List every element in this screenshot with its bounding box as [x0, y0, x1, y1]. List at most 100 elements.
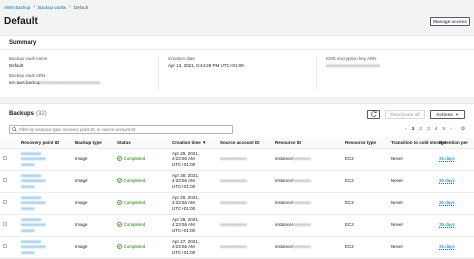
cold-storage-cell: Never	[388, 192, 436, 215]
actions-dropdown[interactable]: Actions ▼	[430, 109, 465, 119]
retention-value[interactable]: 35 days	[439, 244, 455, 249]
col-resource-id[interactable]: Resource ID	[272, 138, 342, 149]
status-badge: Completed	[117, 178, 145, 184]
row-select-cell[interactable]	[0, 192, 18, 215]
row-checkbox[interactable]	[3, 200, 7, 205]
deactivate-all-button[interactable]: Deactivate all	[385, 109, 425, 119]
vault-name-label: Backup vault name	[9, 56, 48, 61]
retention-cell: 35 days	[436, 192, 474, 215]
source-account-id-redacted: xxxxxxxxxxxx	[220, 178, 247, 184]
row-select-cell[interactable]	[0, 148, 18, 171]
retention-cell: 35 days	[436, 170, 474, 193]
col-resource-type[interactable]: Resource type	[342, 138, 388, 149]
backups-panel: Backups (32) Deactivate all Actions ▼ ‹ …	[0, 103, 474, 259]
source-account-id-redacted: xxxxxxxxxxxx	[220, 200, 247, 206]
refresh-button[interactable]	[367, 109, 380, 119]
recovery-point-id-cell[interactable]: xxxxxxxxx xxxxxxxxxxx xxxxxx	[18, 148, 72, 171]
creation-time-cell: Apr 27, 2021, 4:23:56 AM UTC+01:00	[169, 236, 217, 259]
retention-value[interactable]: 35 days	[439, 178, 455, 183]
creation-date: Apr 29, 2021,	[172, 194, 200, 200]
col-status[interactable]: Status	[114, 138, 169, 149]
filter-input[interactable]	[19, 126, 219, 132]
recovery-point-id-redacted[interactable]: xxxxxxxxx xxxxxxxxxxx xxxxxx	[21, 217, 46, 233]
status-cell: Completed	[114, 170, 169, 193]
col-cold-storage[interactable]: Transition to cold storage	[388, 138, 446, 149]
page-title: Default	[4, 15, 38, 27]
recovery-point-id-cell[interactable]: xxxxxxxxx xxxxxxxxxxx xxxxxx	[18, 236, 72, 259]
recovery-point-id-redacted[interactable]: xxxxxxxxx xxxxxxxxxxx xxxxxx	[21, 195, 46, 211]
recovery-point-id-redacted[interactable]: xxxxxxxxx xxxxxxxxxxx xxxxxx	[21, 151, 46, 167]
cold-storage-cell: Never	[388, 148, 436, 171]
status-badge: Completed	[117, 200, 145, 206]
recovery-point-id-cell[interactable]: xxxxxxxxx xxxxxxxxxxx xxxxxx	[18, 214, 72, 237]
col-creation-time-label: Creation time	[172, 140, 201, 146]
creation-date-label: Creation date	[168, 56, 196, 61]
resource-type-cell: EC2	[342, 148, 388, 171]
source-account-id-redacted: xxxxxxxxxxxx	[220, 244, 247, 250]
col-retention[interactable]: Retention per	[436, 138, 474, 149]
creation-tz: UTC+01:00	[172, 249, 196, 255]
settings-gear-icon[interactable]: ⚙	[461, 127, 465, 132]
row-select-cell[interactable]	[0, 170, 18, 193]
next-page-icon[interactable]: ›	[450, 127, 452, 132]
vault-arn-label: Backup vault ARN	[9, 73, 46, 78]
col-backup-type[interactable]: Backup type	[72, 138, 114, 149]
pagination: ‹ 1 2 3 4 5 › ⚙	[405, 127, 465, 132]
recovery-point-id-redacted[interactable]: xxxxxxxxx xxxxxxxxxxx xxxxxx	[21, 239, 46, 255]
status-text: Completed	[123, 177, 146, 183]
page-3[interactable]: 3	[427, 127, 430, 132]
page-5[interactable]: 5	[442, 127, 445, 132]
resource-id-redacted: xxxxxxxx	[293, 156, 312, 162]
breadcrumb-backup-vaults[interactable]: Backup vaults	[38, 5, 66, 10]
creation-date: Apr 28, 2021,	[172, 216, 200, 222]
creation-date: Apr 29, 2021,	[172, 150, 200, 156]
breadcrumb-separator-icon: ›	[33, 4, 36, 10]
recovery-point-id-redacted[interactable]: xxxxxxxxx xxxxxxxxxxx xxxxxx	[21, 173, 46, 189]
retention-value[interactable]: 35 days	[439, 200, 455, 205]
creation-clock: 4:23:56 AM	[172, 222, 195, 228]
breadcrumb-aws-backup[interactable]: AWS Backup	[4, 5, 30, 10]
row-checkbox[interactable]	[3, 244, 7, 249]
retention-value[interactable]: 35 days	[439, 222, 455, 227]
creation-date: Apr 27, 2021,	[172, 238, 200, 244]
status-cell: Completed	[114, 148, 169, 171]
col-source-account-id[interactable]: Source account ID	[217, 138, 272, 149]
resource-id-redacted: xxxxxxxx	[293, 178, 312, 184]
row-checkbox[interactable]	[3, 222, 7, 227]
table-header-row: Recovery point ID Backup type Status Cre…	[0, 138, 474, 149]
creation-time-cell: Apr 29, 2021, 4:23:56 AM UTC+01:00	[169, 148, 217, 171]
page-4[interactable]: 4	[435, 127, 438, 132]
resource-id-cell: instance/xxxxxxxx	[272, 214, 342, 237]
col-creation-time[interactable]: Creation time ▼	[169, 138, 217, 149]
backups-count: (32)	[36, 111, 47, 117]
vault-name-value: Default	[9, 63, 24, 68]
caret-down-icon: ▼	[454, 111, 459, 117]
resource-id-prefix: instance/	[275, 178, 294, 184]
recovery-point-id-cell[interactable]: xxxxxxxxx xxxxxxxxxxx xxxxxx	[18, 192, 72, 215]
source-account-id-redacted: xxxxxxxxxxxx	[220, 156, 247, 162]
page-header: Default Manage access	[4, 13, 470, 29]
col-recovery-point-id[interactable]: Recovery point ID	[18, 138, 72, 149]
row-checkbox[interactable]	[3, 156, 7, 161]
source-account-id-redacted: xxxxxxxxxxxx	[220, 222, 247, 228]
creation-time-cell: Apr 29, 2021, 4:23:56 AM UTC+01:00	[169, 192, 217, 215]
creation-time-cell: Apr 28, 2021, 4:23:56 AM UTC+01:00	[169, 170, 217, 193]
table-row: xxxxxxxxx xxxxxxxxxxx xxxxxx Image Completed…	[0, 148, 474, 171]
status-text: Completed	[123, 221, 146, 227]
backups-title: Backups	[9, 111, 35, 117]
vault-arn-value: arn:aws:backup:xxxxxxxxxxxxxxxxxxxxxxxxx…	[9, 80, 158, 85]
status-text: Completed	[123, 243, 146, 249]
creation-tz: UTC+01:00	[172, 183, 196, 189]
page-2[interactable]: 2	[419, 127, 422, 132]
row-select-cell[interactable]	[0, 214, 18, 237]
retention-value[interactable]: 35 days	[439, 156, 455, 161]
success-check-icon	[117, 243, 122, 249]
resource-type-cell: EC2	[342, 236, 388, 259]
prev-page-icon[interactable]: ‹	[405, 127, 407, 132]
row-checkbox[interactable]	[3, 178, 7, 183]
recovery-point-id-cell[interactable]: xxxxxxxxx xxxxxxxxxxx xxxxxx	[18, 170, 72, 193]
retention-cell: 35 days	[436, 148, 474, 171]
row-select-cell[interactable]	[0, 236, 18, 259]
page-1[interactable]: 1	[412, 127, 415, 132]
manage-access-button[interactable]: Manage access	[430, 16, 470, 26]
